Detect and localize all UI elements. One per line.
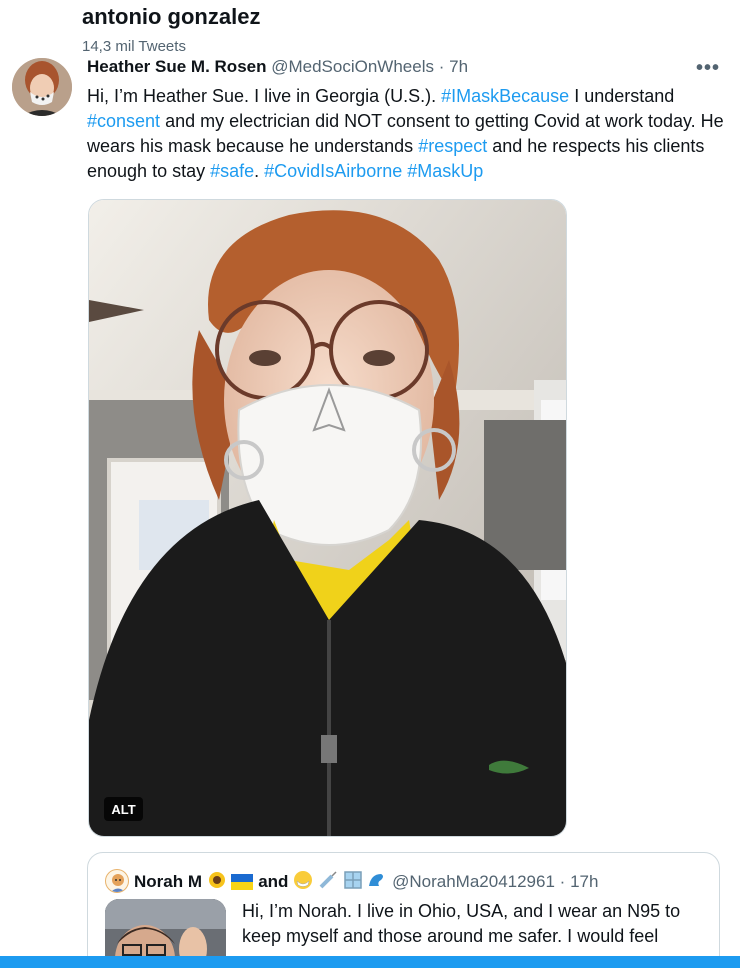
water-wave-icon [369,874,384,886]
hashtag-respect[interactable]: #respect [418,136,487,156]
quote-separator-dot: · [559,872,566,891]
quoted-tweet-card[interactable]: Norah M and @NorahMa20412961 · 17h Hi, I… [87,852,720,968]
bottom-accent-bar [0,956,740,968]
author-handle[interactable]: @MedSociOnWheels [271,57,434,76]
syringe-icon [319,871,337,889]
separator-dot: · [438,57,445,76]
tweet-text-part: . [254,161,265,181]
author-name[interactable]: Heather Sue M. Rosen [87,57,267,76]
hashtag-imaskbecause[interactable]: #IMaskBecause [441,86,569,106]
ukraine-flag-icon [231,874,254,890]
profile-header: antonio gonzalez 14,3 mil Tweets [0,0,740,58]
tweet-time[interactable]: 7h [449,57,468,76]
quote-author-name[interactable]: Norah M [134,872,202,891]
quote-author-name-and: and [258,872,289,891]
window-icon [343,871,362,889]
hashtag-covidisairborne[interactable]: #CovidIsAirborne [264,161,402,181]
quote-author-avatar[interactable] [105,869,129,893]
more-options-button[interactable]: ••• [696,57,720,80]
tweet-text-part: Hi, I’m Heather Sue. I live in Georgia (… [87,86,442,106]
hashtag-safe[interactable]: #safe [210,161,254,181]
quote-author-handle[interactable]: @NorahMa20412961 [392,872,555,891]
hashtag-maskup[interactable]: #MaskUp [407,161,483,181]
quote-time[interactable]: 17h [570,872,598,891]
tweet-count: 14,3 mil Tweets [82,38,186,55]
profile-name: antonio gonzalez [82,4,261,29]
tweet-photo[interactable] [88,199,567,837]
sunflower-icon [208,872,225,888]
author-avatar[interactable] [12,58,72,116]
tweet-header: Heather Sue M. Rosen @MedSociOnWheels · … [87,57,727,79]
alt-text-badge[interactable]: ALT [104,797,143,821]
tweet-text: Hi, I’m Heather Sue. I live in Georgia (… [87,84,727,184]
masked-face-icon [294,871,313,889]
quote-header: Norah M and @NorahMa20412961 · 17h [134,870,598,892]
hashtag-consent[interactable]: #consent [87,111,160,131]
tweet-text-part: I understand [569,86,675,106]
quote-text: Hi, I’m Norah. I live in Ohio, USA, and … [242,901,681,946]
